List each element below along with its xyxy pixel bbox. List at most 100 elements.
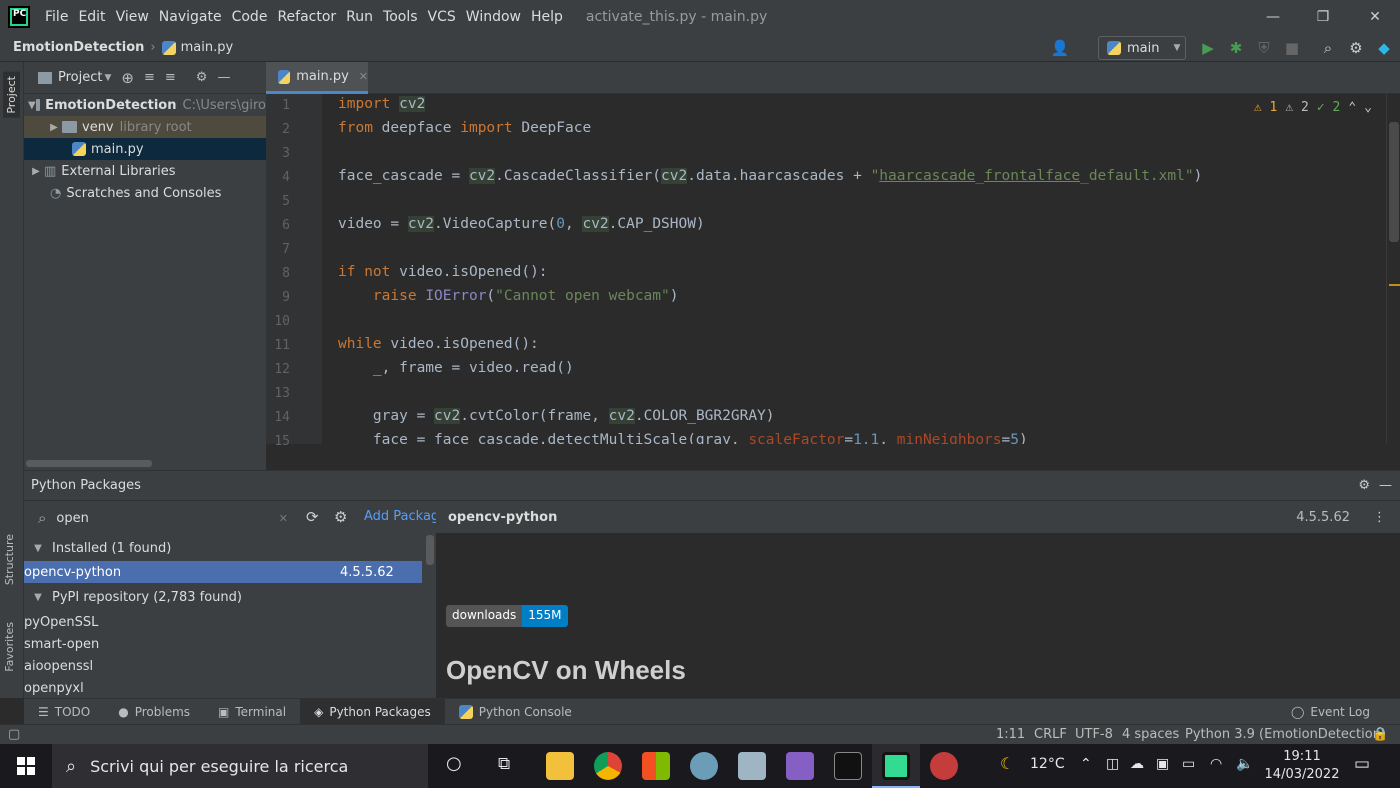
expand-all-icon[interactable]: ≡ bbox=[144, 70, 155, 85]
jetbrains-toolbox-icon[interactable]: ◆ bbox=[1374, 38, 1394, 58]
chevron-up-icon[interactable]: ⌃ bbox=[1080, 756, 1092, 772]
chevron-down-icon[interactable]: ⌄ bbox=[1364, 100, 1372, 115]
volume-icon[interactable]: 🔈 bbox=[1236, 756, 1253, 772]
menu-refactor[interactable]: Refactor bbox=[272, 9, 341, 25]
windows-start-icon[interactable] bbox=[0, 744, 52, 788]
package-row[interactable]: openpyxl bbox=[24, 677, 422, 699]
project-view-select[interactable]: Project bbox=[58, 70, 102, 85]
terminal-app-icon[interactable] bbox=[834, 752, 862, 780]
cloud-icon[interactable]: ☁ bbox=[1130, 756, 1144, 772]
panel-settings-icon[interactable]: ⚙ bbox=[196, 70, 208, 85]
search-icon[interactable]: ⌕ bbox=[1318, 38, 1338, 58]
package-search-input[interactable]: open bbox=[56, 511, 88, 526]
restore-icon[interactable]: ❐ bbox=[1300, 0, 1346, 34]
pycharm-taskbar-icon[interactable] bbox=[882, 752, 910, 780]
warning-marker[interactable] bbox=[1389, 284, 1400, 286]
tree-item-venv[interactable]: ▶ venv library root bbox=[24, 116, 266, 138]
package-row[interactable]: aioopenssl bbox=[24, 655, 422, 677]
tab-python-console[interactable]: Python Console bbox=[445, 699, 586, 725]
package-row[interactable]: smart-open bbox=[24, 633, 422, 655]
run-icon[interactable]: ▶ bbox=[1198, 38, 1218, 58]
pypi-group-header[interactable]: ▼ PyPI repository (2,783 found) bbox=[24, 586, 422, 608]
chrome-icon[interactable] bbox=[594, 752, 622, 780]
hide-panel-icon[interactable]: — bbox=[217, 70, 230, 85]
stop-icon[interactable]: ■ bbox=[1282, 38, 1302, 58]
breadcrumb-file[interactable]: main.py bbox=[161, 40, 233, 55]
windows-search-box[interactable]: ⌕ Scrivi qui per eseguire la ricerca bbox=[52, 744, 428, 788]
tab-python-packages[interactable]: ◈ Python Packages bbox=[300, 698, 445, 725]
tree-item-main-py[interactable]: main.py bbox=[24, 138, 266, 160]
python-interpreter[interactable]: Python 3.9 (EmotionDetection) bbox=[1185, 727, 1386, 742]
file-explorer-icon[interactable] bbox=[546, 752, 574, 780]
app-icon[interactable] bbox=[690, 752, 718, 780]
package-row[interactable]: pyOpenSSL bbox=[24, 611, 422, 633]
locate-icon[interactable]: ⊕ bbox=[121, 69, 134, 87]
more-options-icon[interactable]: ⋮ bbox=[1373, 510, 1386, 525]
cortana-icon[interactable]: ○ bbox=[446, 753, 462, 774]
editor-error-stripe[interactable] bbox=[1386, 94, 1400, 444]
line-separator[interactable]: CRLF bbox=[1034, 727, 1067, 742]
menu-tools[interactable]: Tools bbox=[378, 9, 423, 25]
panel-settings-icon[interactable]: ⚙ bbox=[1358, 478, 1370, 493]
menu-run[interactable]: Run bbox=[341, 9, 378, 25]
breadcrumb-project[interactable]: EmotionDetection bbox=[13, 40, 144, 55]
chevron-up-icon[interactable]: ⌃ bbox=[1348, 100, 1356, 115]
menu-navigate[interactable]: Navigate bbox=[154, 9, 227, 25]
vtab-project[interactable]: Project bbox=[3, 72, 20, 118]
package-row-opencv-python[interactable]: opencv-python 4.5.5.62 bbox=[24, 561, 422, 583]
editor-scroll-thumb[interactable] bbox=[1389, 122, 1399, 242]
display-icon[interactable]: ▣ bbox=[1156, 756, 1169, 772]
inspection-widget[interactable]: ⚠ 1 ⚠ 2 ✓ 2 ⌃ ⌄ bbox=[1254, 100, 1372, 115]
menu-view[interactable]: View bbox=[111, 9, 154, 25]
toggle-tool-windows-icon[interactable]: ▢ bbox=[8, 727, 20, 742]
caret-position[interactable]: 1:11 bbox=[996, 727, 1025, 742]
notifications-icon[interactable]: ▭ bbox=[1354, 754, 1370, 774]
file-encoding[interactable]: UTF-8 bbox=[1075, 727, 1113, 742]
clock[interactable]: 19:11 14/03/2022 bbox=[1262, 748, 1342, 784]
settings-gear-icon[interactable]: ⚙ bbox=[1346, 38, 1366, 58]
close-icon[interactable]: ✕ bbox=[1352, 0, 1398, 34]
tab-event-log[interactable]: ◯ Event Log bbox=[1277, 699, 1384, 725]
tools-icon[interactable] bbox=[738, 752, 766, 780]
close-tab-icon[interactable]: ✕ bbox=[359, 70, 368, 83]
menu-code[interactable]: Code bbox=[227, 9, 273, 25]
lock-icon[interactable]: 🔒 bbox=[1372, 727, 1388, 742]
vtab-favorites[interactable]: Favorites bbox=[3, 622, 16, 672]
tree-item-scratches[interactable]: ◔ Scratches and Consoles bbox=[24, 182, 266, 204]
menu-window[interactable]: Window bbox=[461, 9, 526, 25]
snipping-tool-icon[interactable] bbox=[930, 752, 958, 780]
tab-problems[interactable]: ● Problems bbox=[104, 699, 204, 725]
run-config-select[interactable]: main ▼ bbox=[1098, 36, 1186, 60]
hide-panel-icon[interactable]: — bbox=[1379, 478, 1392, 493]
ok-count[interactable]: ✓ 2 bbox=[1317, 100, 1340, 115]
tree-item-external-libraries[interactable]: ▶ ▥ External Libraries bbox=[24, 160, 266, 182]
vtab-structure[interactable]: Structure bbox=[3, 534, 16, 585]
visual-studio-icon[interactable] bbox=[786, 752, 814, 780]
refresh-icon[interactable]: ⟳ bbox=[306, 508, 319, 526]
package-settings-icon[interactable]: ⚙ bbox=[334, 508, 347, 526]
user-icon[interactable]: 👤 bbox=[1050, 38, 1070, 58]
tree-item-emotiondetection[interactable]: ▼ EmotionDetection C:\Users\giro bbox=[24, 94, 266, 116]
code-editor[interactable]: import cv2 from deepface import DeepFace… bbox=[322, 94, 1386, 444]
tab-terminal[interactable]: ▣ Terminal bbox=[204, 699, 300, 725]
meet-now-icon[interactable]: ◫ bbox=[1106, 756, 1119, 772]
warning-count[interactable]: ⚠ 2 bbox=[1285, 100, 1308, 115]
tab-todo[interactable]: ☰ TODO bbox=[24, 699, 104, 725]
collapse-all-icon[interactable]: ≡ bbox=[165, 70, 176, 85]
installed-group-header[interactable]: ▼ Installed (1 found) bbox=[24, 537, 422, 559]
wifi-icon[interactable]: ◠ bbox=[1210, 756, 1222, 772]
coverage-icon[interactable]: ⛨ bbox=[1254, 38, 1274, 58]
temperature[interactable]: 12°C bbox=[1030, 756, 1065, 772]
horizontal-scrollbar[interactable] bbox=[26, 460, 152, 467]
menu-edit[interactable]: Edit bbox=[73, 9, 110, 25]
store-icon[interactable] bbox=[642, 752, 670, 780]
clear-search-icon[interactable]: ✕ bbox=[279, 512, 288, 525]
tab-main-py[interactable]: main.py ✕ bbox=[266, 62, 368, 94]
minimize-icon[interactable]: — bbox=[1250, 0, 1296, 34]
menu-file[interactable]: File bbox=[40, 9, 73, 25]
list-scrollbar[interactable] bbox=[426, 535, 434, 565]
error-count[interactable]: ⚠ 1 bbox=[1254, 100, 1277, 115]
battery-icon[interactable]: ▭ bbox=[1182, 756, 1195, 772]
indent-setting[interactable]: 4 spaces bbox=[1122, 727, 1179, 742]
weather-moon-icon[interactable]: ☾ bbox=[1000, 754, 1014, 773]
